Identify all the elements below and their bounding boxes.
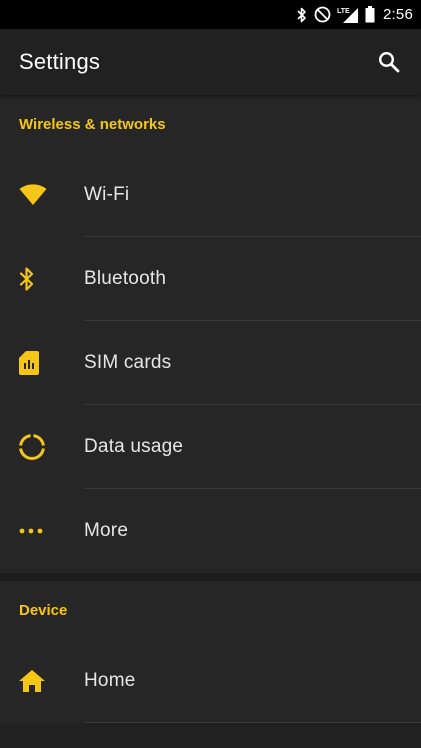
app-bar: Settings	[0, 29, 421, 95]
settings-item-home[interactable]: Home	[0, 639, 421, 723]
more-horiz-icon	[0, 489, 84, 573]
settings-item-wifi[interactable]: Wi-Fi	[0, 153, 421, 237]
page-title: Settings	[19, 49, 101, 74]
section-divider	[0, 573, 421, 581]
settings-item-label: Home	[84, 670, 136, 691]
svg-text:LTE: LTE	[337, 8, 350, 15]
section-header: Wireless & networks	[19, 115, 166, 133]
settings-item-bluetooth[interactable]: Bluetooth	[0, 237, 421, 321]
section-wireless-networks: Wireless & networks Wi-Fi Bluetooth SIM …	[0, 95, 421, 573]
battery-icon	[365, 0, 375, 29]
settings-item-data-usage[interactable]: Data usage	[0, 405, 421, 489]
home-icon	[0, 639, 84, 723]
data-usage-icon	[0, 405, 84, 489]
divider	[84, 722, 421, 723]
settings-item-label: SIM cards	[84, 352, 172, 373]
bluetooth-icon	[0, 237, 84, 321]
settings-item-label: Data usage	[84, 436, 184, 457]
do-not-disturb-icon	[314, 0, 331, 29]
settings-item-label: Bluetooth	[84, 268, 167, 289]
bluetooth-icon	[296, 0, 308, 29]
section-device: Device Home	[0, 581, 421, 723]
settings-item-sim-cards[interactable]: SIM cards	[0, 321, 421, 405]
search-button[interactable]	[375, 48, 403, 76]
settings-screen: LTE 2:56 Settings Wireless & networks Wi…	[0, 0, 421, 748]
settings-item-label: More	[84, 520, 129, 541]
status-bar: LTE 2:56	[0, 0, 421, 29]
settings-item-more[interactable]: More	[0, 489, 421, 573]
wifi-icon	[0, 153, 84, 237]
search-icon	[378, 51, 400, 73]
section-header: Device	[19, 601, 68, 619]
sim-card-icon	[0, 321, 84, 405]
settings-item-label: Wi-Fi	[84, 184, 130, 205]
lte-signal-icon: LTE	[337, 0, 359, 29]
status-time: 2:56	[383, 6, 413, 23]
